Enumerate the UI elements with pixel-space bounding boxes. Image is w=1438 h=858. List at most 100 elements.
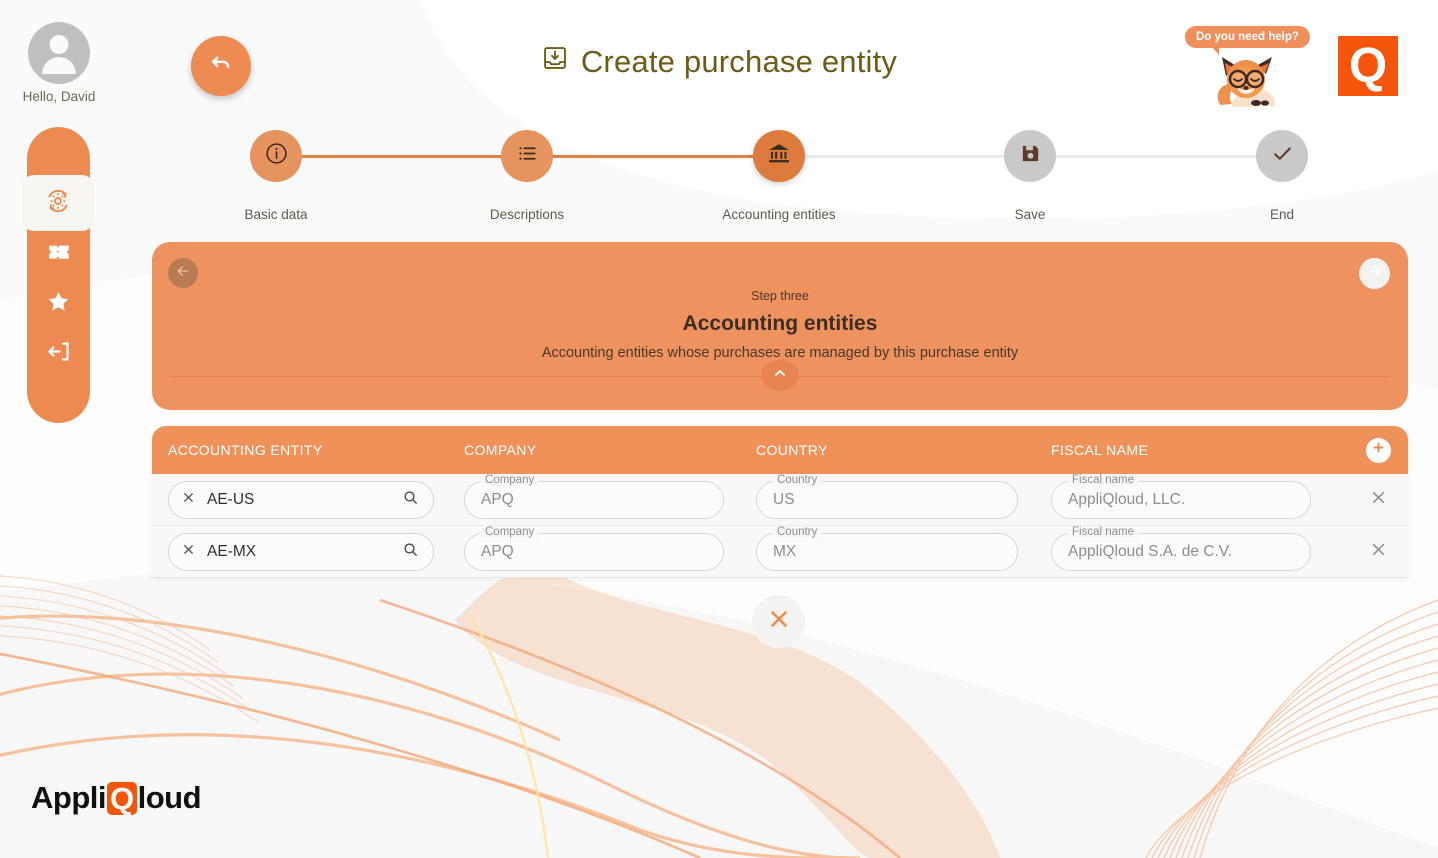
fox-mascot-icon[interactable]: [1212, 54, 1288, 115]
cell-company: Company APQ: [464, 473, 756, 519]
banner-back-button[interactable]: [168, 258, 198, 288]
column-header-fiscal-name: FISCAL NAME: [1051, 442, 1149, 458]
fiscal-name-value: AppliQloud, LLC.: [1068, 490, 1186, 508]
step-descriptions[interactable]: Descriptions: [447, 130, 607, 222]
stepper: Basic data Descriptions Accounting entit…: [152, 130, 1408, 226]
accounting-entity-search-input[interactable]: AE-MX: [168, 532, 434, 571]
company-value: APQ: [481, 542, 514, 560]
banner-next-button[interactable]: [1359, 258, 1390, 289]
fiscal-name-field[interactable]: Fiscal name AppliQloud, LLC.: [1051, 473, 1311, 519]
close-x-icon: [766, 606, 792, 637]
page-title-text: Create purchase entity: [580, 44, 898, 79]
fiscal-name-value: AppliQloud S.A. de C.V.: [1068, 542, 1232, 560]
accounting-entity-search-input[interactable]: AE-US: [168, 480, 434, 519]
close-x-icon[interactable]: [181, 542, 196, 562]
table-row: AE-MX Company APQ Country MX Fiscal name…: [152, 525, 1408, 578]
add-row-button[interactable]: [1365, 437, 1391, 463]
country-value: US: [773, 490, 795, 508]
country-field-label: Country: [772, 473, 823, 486]
brand-name-mark: Q: [107, 781, 137, 815]
sidebar-item-settings[interactable]: [22, 175, 94, 231]
column-header-country: COUNTRY: [756, 442, 828, 458]
step-dot-basic-data[interactable]: [250, 130, 302, 182]
avatar-body-shape: [42, 57, 76, 74]
sidebar-item-tickets[interactable]: [27, 229, 90, 277]
user-block[interactable]: Hello, David: [20, 22, 98, 104]
chevron-up-icon: [772, 365, 788, 386]
close-x-icon[interactable]: [181, 490, 196, 510]
column-header-accounting-entity: ACCOUNTING ENTITY: [168, 442, 323, 458]
step-dot-descriptions[interactable]: [501, 130, 553, 182]
sidebar-rail: [22, 127, 94, 423]
brand-name-suffix: loud: [137, 780, 202, 815]
company-field-label: Company: [480, 473, 540, 486]
remove-row-button[interactable]: [1348, 488, 1408, 512]
step-dot-end[interactable]: [1256, 130, 1308, 182]
cell-company: Company APQ: [464, 525, 756, 571]
plus-circle-icon: [1371, 440, 1386, 460]
company-field[interactable]: Company APQ: [464, 525, 724, 571]
step-save[interactable]: Save: [950, 130, 1110, 222]
fiscal-name-field-label: Fiscal name: [1067, 473, 1139, 486]
table-header-row: ACCOUNTING ENTITY COMPANY COUNTRY FISCAL…: [152, 426, 1408, 474]
q-logo-letter: Q: [1348, 38, 1388, 93]
ticket-icon: [46, 238, 72, 269]
step-accounting-entities[interactable]: Accounting entities: [699, 130, 859, 222]
sidebar-item-favorites[interactable]: [27, 280, 90, 328]
cell-country: Country US: [756, 473, 1051, 519]
logout-icon: [45, 338, 72, 370]
arrow-left-icon: [175, 263, 191, 284]
company-field-label: Company: [480, 525, 540, 538]
avatar[interactable]: [28, 22, 90, 84]
country-value: MX: [773, 542, 797, 560]
close-button[interactable]: [752, 595, 805, 648]
floppy-save-icon: [1019, 142, 1042, 170]
inbox-download-icon: [541, 44, 569, 80]
check-icon: [1270, 141, 1295, 171]
step-label-end: End: [1269, 207, 1295, 222]
close-x-icon: [1369, 488, 1388, 512]
company-value: APQ: [481, 490, 514, 508]
banner-heading: Accounting entities: [682, 312, 878, 335]
accounting-entities-table: ACCOUNTING ENTITY COMPANY COUNTRY FISCAL…: [152, 426, 1408, 578]
company-field[interactable]: Company APQ: [464, 473, 724, 519]
brand-name-prefix: Appli: [31, 780, 107, 815]
avatar-head-shape: [49, 35, 69, 54]
user-greeting: Hello, David: [22, 89, 96, 104]
accounting-entity-value: AE-US: [207, 490, 255, 508]
settings-gear-refresh-icon: [43, 186, 73, 221]
country-field-label: Country: [772, 525, 823, 538]
table-row: AE-US Company APQ Country US Fiscal name…: [152, 473, 1408, 526]
step-label-basic-data: Basic data: [244, 207, 308, 222]
step-basic-data[interactable]: Basic data: [196, 130, 356, 222]
help-widget[interactable]: Do you need help?: [1185, 22, 1320, 107]
fiscal-name-field[interactable]: Fiscal name AppliQloud S.A. de C.V.: [1051, 525, 1311, 571]
cell-accounting-entity: AE-US: [168, 480, 464, 519]
magnifier-icon[interactable]: [402, 489, 419, 511]
app-root: Hello, David Create purchase entity Do y…: [0, 0, 1438, 858]
help-bubble[interactable]: Do you need help?: [1185, 26, 1310, 55]
column-header-company: COMPANY: [464, 442, 537, 458]
undo-button[interactable]: [191, 36, 251, 96]
country-field[interactable]: Country US: [756, 473, 1018, 519]
column-header-actions: [1348, 437, 1408, 463]
magnifier-icon[interactable]: [402, 541, 419, 563]
step-dot-accounting-entities[interactable]: [753, 130, 805, 182]
step-dot-save[interactable]: [1004, 130, 1056, 182]
country-field[interactable]: Country MX: [756, 525, 1018, 571]
banner-collapse-button[interactable]: [761, 360, 799, 391]
star-icon: [45, 288, 72, 320]
sidebar-item-logout[interactable]: [27, 330, 90, 378]
banner-subtitle: Accounting entities whose purchases are …: [541, 345, 1019, 361]
step-banner: Step three Accounting entities Accountin…: [152, 242, 1408, 410]
remove-row-button[interactable]: [1348, 540, 1408, 564]
undo-arrow-icon: [208, 51, 234, 82]
q-logo-icon[interactable]: Q: [1338, 36, 1398, 96]
step-end[interactable]: End: [1202, 130, 1362, 222]
step-label-save: Save: [1014, 207, 1046, 222]
banner-eyebrow: Step three: [751, 289, 809, 303]
fiscal-name-field-label: Fiscal name: [1067, 525, 1139, 538]
bank-icon: [766, 141, 792, 172]
step-label-descriptions: Descriptions: [489, 207, 565, 222]
info-circle-icon: [264, 141, 289, 171]
